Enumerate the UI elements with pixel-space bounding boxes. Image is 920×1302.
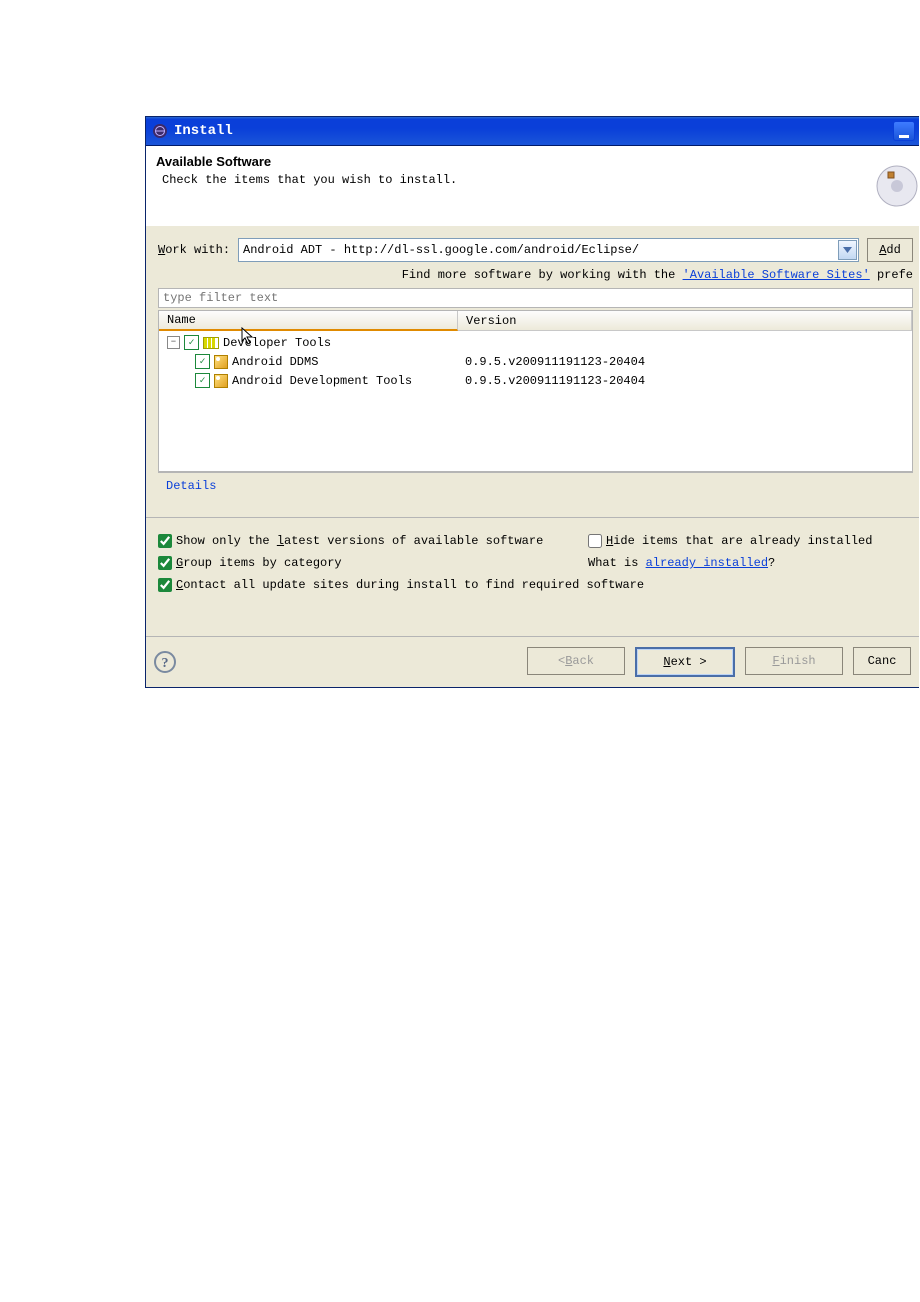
minimize-button[interactable] <box>893 121 915 141</box>
contact-update-sites-checkbox[interactable]: Contact all update sites during install … <box>158 578 913 592</box>
collapse-icon[interactable]: − <box>167 336 180 349</box>
checkbox-checked-icon[interactable] <box>195 354 210 369</box>
feature-icon <box>214 355 228 369</box>
wizard-header: Available Software Check the items that … <box>146 146 919 226</box>
feature-icon <box>214 374 228 388</box>
hide-installed-checkbox[interactable]: Hide items that are already installed <box>588 534 913 548</box>
svg-text:?: ? <box>162 656 169 671</box>
tree-category-row[interactable]: − Developer Tools <box>159 333 912 352</box>
tree-feature-row[interactable]: Android DDMS 0.9.5.v200911191123-20404 <box>159 352 912 371</box>
category-label: Developer Tools <box>223 336 331 350</box>
checkbox-label: Contact all update sites during install … <box>176 578 644 592</box>
work-with-combo[interactable]: Android ADT - http://dl-ssl.google.com/a… <box>238 238 859 262</box>
feature-version: 0.9.5.v200911191123-20404 <box>457 355 912 369</box>
checkbox-checked-icon[interactable] <box>184 335 199 350</box>
checkbox-input[interactable] <box>158 534 172 548</box>
column-header-name[interactable]: Name <box>159 311 458 331</box>
feature-label: Android Development Tools <box>232 374 412 388</box>
cancel-button[interactable]: Canc <box>853 647 911 675</box>
group-by-category-checkbox[interactable]: Group items by category <box>158 556 588 570</box>
add-button[interactable]: Add <box>867 238 913 262</box>
install-icon <box>875 164 919 208</box>
already-installed-link[interactable]: already installed <box>646 556 768 570</box>
work-with-label: Work with: <box>158 243 230 257</box>
window-title: Install <box>174 123 233 139</box>
title-bar[interactable]: Install <box>146 117 919 146</box>
checkbox-input[interactable] <box>158 556 172 570</box>
checkbox-label: Show only the latest versions of availab… <box>176 534 543 548</box>
already-installed-hint: What is already installed? <box>588 556 913 570</box>
combo-dropdown-button[interactable] <box>838 240 857 260</box>
column-header-version[interactable]: Version <box>458 311 912 331</box>
checkbox-input[interactable] <box>588 534 602 548</box>
page-description: Check the items that you wish to install… <box>162 173 909 187</box>
work-with-value: Android ADT - http://dl-ssl.google.com/a… <box>243 243 639 257</box>
show-latest-checkbox[interactable]: Show only the latest versions of availab… <box>158 534 588 548</box>
available-software-sites-link[interactable]: 'Available Software Sites' <box>683 268 870 282</box>
checkbox-label: Hide items that are already installed <box>606 534 872 548</box>
back-button: < Back <box>527 647 625 675</box>
tree-feature-row[interactable]: Android Development Tools 0.9.5.v2009111… <box>159 371 912 390</box>
software-tree[interactable]: Name Version − Developer Tools <box>158 310 913 472</box>
finish-button: Finish <box>745 647 843 675</box>
checkbox-input[interactable] <box>158 578 172 592</box>
eclipse-icon <box>152 123 168 139</box>
feature-version: 0.9.5.v200911191123-20404 <box>457 374 912 388</box>
available-sites-hint: Find more software by working with the '… <box>158 268 913 282</box>
minimize-icon <box>899 135 909 138</box>
chevron-down-icon <box>843 247 852 253</box>
next-button[interactable]: Next > <box>635 647 735 677</box>
details-section-label: Details <box>158 472 913 517</box>
feature-label: Android DDMS <box>232 355 318 369</box>
help-icon[interactable]: ? <box>154 651 176 673</box>
page-title: Available Software <box>156 154 909 169</box>
category-icon <box>203 337 219 349</box>
filter-input[interactable] <box>158 288 913 308</box>
checkbox-label: Group items by category <box>176 556 342 570</box>
checkbox-checked-icon[interactable] <box>195 373 210 388</box>
